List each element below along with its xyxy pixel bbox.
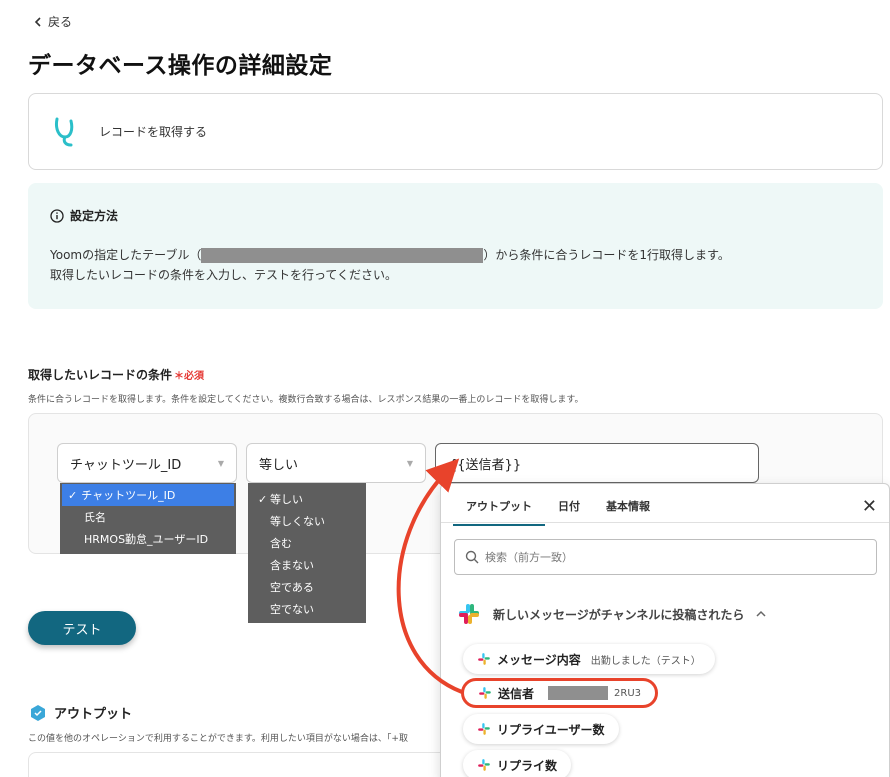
info-icon	[50, 208, 64, 223]
operation-label: レコードを取得する	[99, 125, 208, 139]
field-option[interactable]: 氏名	[62, 506, 234, 528]
info-heading: 設定方法	[50, 207, 118, 224]
panel-tabs: アウトプット 日付 基本情報	[453, 492, 663, 526]
caret-down-icon: ▼	[406, 458, 413, 468]
field-select-value: チャットツール_ID	[70, 457, 182, 473]
field-option-label: HRMOS勤怠_ユーザーID	[84, 533, 209, 546]
yoom-logo-icon	[55, 117, 74, 146]
back-label: 戻る	[48, 15, 73, 29]
slack-icon	[478, 723, 490, 735]
chip-label: 送信者	[498, 686, 535, 701]
operator-option[interactable]: 空である	[248, 576, 366, 598]
back-link[interactable]: 戻る	[34, 13, 72, 30]
slack-icon	[478, 653, 490, 665]
tab-output[interactable]: アウトプット	[453, 492, 545, 526]
operator-option-label: 等しくない	[270, 515, 325, 528]
operator-select-value: 等しい	[259, 457, 299, 473]
operator-dropdown: ✓ 等しい 等しくない 含む 含まない 空である 空でない	[248, 483, 366, 623]
slack-icon	[479, 687, 491, 699]
output-title-text: アウトプット	[54, 707, 133, 722]
operator-option[interactable]: 空でない	[248, 598, 366, 620]
search-input[interactable]: 検索（前方一致）	[454, 539, 877, 575]
output-box	[28, 752, 448, 777]
operator-select[interactable]: 等しい ▼	[246, 443, 426, 483]
search-icon	[465, 550, 479, 564]
operator-option-label: 等しい	[270, 493, 303, 506]
output-icon	[31, 704, 45, 721]
operator-option[interactable]: ✓ 等しい	[248, 488, 366, 510]
chip-label: リプライ数	[497, 758, 558, 773]
operator-option-label: 空でない	[270, 603, 314, 616]
info-text: Yoomの指定したテーブル（ ）から条件に合うレコードを1行取得します。 取得した…	[50, 245, 730, 285]
operator-option[interactable]: 含まない	[248, 554, 366, 576]
operator-option[interactable]: 含む	[248, 532, 366, 554]
field-select[interactable]: チャットツール_ID ▼	[57, 443, 237, 483]
condition-value-input[interactable]: {{送信者}}	[435, 443, 759, 483]
search-placeholder: 検索（前方一致）	[485, 551, 573, 564]
field-option-label: 氏名	[84, 511, 106, 524]
output-item-chip[interactable]: リプライ数	[463, 750, 572, 777]
tab-basic-info[interactable]: 基本情報	[593, 492, 663, 526]
field-option-label: チャットツール_ID	[81, 489, 176, 502]
output-item-chip[interactable]: メッセージ内容 出勤しました（テスト）	[463, 644, 715, 674]
operator-option-label: 含まない	[270, 559, 314, 572]
condition-subtitle: 条件に合うレコードを取得します。条件を設定してください。複数行合致する場合は、レ…	[28, 395, 584, 405]
trigger-label: 新しいメッセージがチャンネルに投稿されたら	[493, 607, 745, 622]
chip-label: メッセージ内容	[497, 652, 581, 667]
info-line2: 取得したいレコードの条件を入力し、テストを行ってください。	[50, 268, 398, 282]
trigger-group-header[interactable]: 新しいメッセージがチャンネルに投稿されたら	[457, 602, 766, 626]
operator-option-label: 含む	[270, 537, 292, 550]
variable-picker-panel: アウトプット 日付 基本情報 ✕ 検索（前方一致） 新しいメッセージがチャンネル…	[440, 483, 890, 777]
tab-divider	[441, 522, 889, 523]
info-box: 設定方法 Yoomの指定したテーブル（ ）から条件に合うレコードを1行取得します。…	[28, 183, 883, 309]
output-item-chip-highlighted[interactable]: 送信者 2RU3	[461, 678, 659, 708]
close-icon[interactable]: ✕	[862, 496, 877, 517]
output-item-chip[interactable]: リプライユーザー数	[463, 714, 619, 744]
condition-value: {{送信者}}	[449, 457, 522, 473]
required-badge: ＊必須	[174, 371, 205, 382]
field-dropdown: ✓ チャットツール_ID 氏名 HRMOS勤怠_ユーザーID	[60, 483, 236, 554]
page-title: データベース操作の詳細設定	[28, 53, 333, 79]
chip-sample: 出勤しました（テスト）	[590, 655, 701, 667]
test-button[interactable]: テスト	[28, 611, 136, 645]
output-subtitle: この値を他のオペレーションで利用することができます。利用したい項目がない場合は、…	[28, 734, 408, 744]
redacted-table-name	[201, 248, 484, 263]
field-option[interactable]: ✓ チャットツール_ID	[62, 484, 234, 506]
caret-down-icon: ▼	[217, 458, 224, 468]
condition-title: 取得したいレコードの条件 ＊必須	[28, 366, 204, 383]
check-icon: ✓	[258, 492, 268, 506]
field-option[interactable]: HRMOS勤怠_ユーザーID	[62, 528, 234, 550]
chip-sample: 2RU3	[614, 687, 642, 699]
info-line1-suffix: ）から条件に合うレコードを1行取得します。	[483, 248, 730, 262]
operator-option[interactable]: 等しくない	[248, 510, 366, 532]
redacted-sender	[548, 686, 609, 700]
chip-label: リプライユーザー数	[497, 722, 605, 737]
tab-date[interactable]: 日付	[545, 492, 593, 526]
operator-option-label: 空である	[270, 581, 314, 594]
info-line1-prefix: Yoomの指定したテーブル（	[50, 248, 202, 262]
chevron-left-icon	[34, 16, 41, 27]
condition-title-text: 取得したいレコードの条件	[28, 368, 173, 382]
slack-icon	[459, 604, 479, 624]
operation-card: レコードを取得する	[28, 93, 883, 170]
info-heading-text: 設定方法	[70, 209, 119, 223]
chevron-up-icon	[756, 610, 766, 617]
slack-icon	[478, 759, 490, 771]
required-text: 必須	[184, 371, 205, 382]
output-title: アウトプット	[30, 703, 132, 722]
